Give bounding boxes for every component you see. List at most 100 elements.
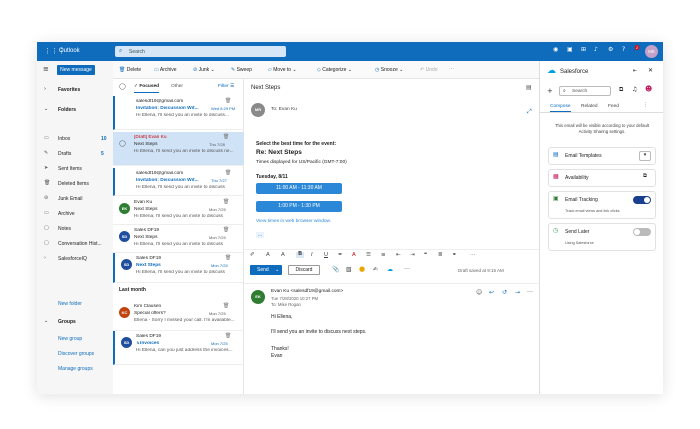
folder-item[interactable]: 🗑 Deleted Items: [37, 180, 113, 190]
select-circle-icon[interactable]: ◯: [119, 141, 126, 147]
message-item[interactable]: salesdf19@gmail.com 🗑 Invitation: Discussi…: [113, 168, 244, 196]
skype-icon[interactable]: ◉: [553, 47, 558, 53]
message-item[interactable]: KC Kim Clausen 🗑 Special offers? Mon 7/25 Ell…: [113, 301, 244, 331]
more-tabs[interactable]: ⋮: [643, 103, 648, 108]
tab-other[interactable]: Other: [171, 84, 183, 89]
tab-related[interactable]: Related: [581, 104, 598, 109]
pin-icon[interactable]: ▤: [526, 85, 532, 91]
sender-line[interactable]: Evan Ku <salesdf19@gmail.com>: [271, 289, 343, 294]
groups-header[interactable]: Groups: [58, 319, 76, 325]
message-actions-icon[interactable]: 🗑: [225, 171, 231, 176]
teams-icon[interactable]: ▣: [567, 47, 573, 53]
message-actions-icon[interactable]: 🗑: [225, 334, 231, 339]
favorites-header[interactable]: Favorites: [58, 87, 80, 93]
message-item[interactable]: salesdf19@gmail.com 🗑 Invitation: Discussi…: [113, 96, 244, 130]
tab-focused[interactable]: ✓ Focused: [134, 84, 160, 93]
tab-feed[interactable]: Feed: [608, 104, 619, 109]
quote-icon[interactable]: ❝: [424, 252, 427, 259]
more-actions[interactable]: ···: [527, 289, 533, 295]
outdent-icon[interactable]: ⇤: [396, 252, 401, 259]
numbering-icon[interactable]: ≡: [381, 252, 386, 259]
chevron-right-icon[interactable]: ›: [44, 87, 46, 92]
external-link-icon[interactable]: ⧉: [643, 173, 647, 180]
add-icon[interactable]: +: [547, 88, 553, 95]
junk-button[interactable]: ⊘ Junk ⌄: [193, 67, 215, 73]
italic-icon[interactable]: I: [311, 252, 313, 259]
expand-icon[interactable]: ⤢: [527, 109, 532, 115]
message-actions-icon[interactable]: 🗑: [223, 135, 229, 140]
message-item[interactable]: EK Evan Ku 🗑 Next Steps Mon 7/25 Hi Ellena, I…: [113, 197, 244, 225]
bullets-icon[interactable]: ☰: [366, 252, 371, 259]
message-item[interactable]: SD Sales DF19 🗑 Next Steps Mon 7/25 Hi Ellena…: [113, 253, 244, 283]
manage-groups-link[interactable]: Manage groups: [58, 366, 93, 372]
sweep-button[interactable]: ✎ Sweep: [231, 67, 252, 73]
bold-icon[interactable]: B: [296, 251, 305, 258]
reply-icon[interactable]: ↩: [489, 290, 494, 296]
tab-compose[interactable]: Compose: [550, 104, 571, 112]
folder-item[interactable]: ▭ Archive: [37, 210, 113, 220]
underline-icon[interactable]: U: [324, 252, 328, 259]
message-actions-icon[interactable]: 🗑: [225, 256, 231, 261]
sf-search-input[interactable]: ⌕ Search: [559, 86, 611, 96]
to-line[interactable]: To: Evan Ku: [271, 107, 297, 112]
message-item[interactable]: SD Sales DF19 🗑 Next Steps Mon 7/25 Hi Ellena…: [113, 225, 244, 253]
format-painter-icon[interactable]: ✐: [250, 252, 255, 259]
grid-icon[interactable]: ⊞: [581, 47, 586, 53]
more-format-button[interactable]: ···: [470, 252, 476, 258]
templates-dropdown[interactable]: ▾: [639, 151, 651, 161]
message-item[interactable]: ◯ [Draft] Evan Ku 🗑 Next Steps Thu 7/28 Hi El…: [113, 132, 244, 166]
new-folder-link[interactable]: New folder: [58, 301, 82, 307]
time-slot-2-button[interactable]: 1:00 PM - 1:30 PM: [256, 201, 342, 212]
image-icon[interactable]: ▧: [346, 267, 352, 273]
more-options[interactable]: ···: [449, 66, 454, 72]
pin-icon[interactable]: ⇤: [633, 69, 637, 74]
snooze-button[interactable]: ◷ Snooze ⌄: [375, 67, 403, 73]
forward-icon[interactable]: →: [515, 290, 520, 296]
align-icon[interactable]: ≣: [438, 252, 443, 259]
time-slot-1-button[interactable]: 11:00 AM - 11:30 AM: [256, 183, 342, 194]
reply-all-icon[interactable]: ↺: [502, 290, 507, 296]
email-templates-card[interactable]: ▤ Email Templates ▾: [548, 147, 656, 165]
search-box[interactable]: ⌕ Search: [115, 46, 286, 57]
availability-card[interactable]: ▦ Availability ⧉: [548, 169, 656, 187]
font-color-icon[interactable]: A: [352, 252, 356, 259]
message-item[interactable]: SD Sales DF19 🗑 ↳ Invoices Mon 7/25 Hi Ellena…: [113, 331, 244, 365]
move-to-button[interactable]: ▱ Move to ⌄: [268, 67, 297, 73]
folder-item[interactable]: ➤ Sent Items: [37, 165, 113, 175]
smile-icon[interactable]: ☺: [476, 290, 482, 296]
new-group-link[interactable]: New group: [58, 336, 82, 342]
salesforce-icon[interactable]: ☁: [387, 267, 393, 273]
link-icon[interactable]: ⚭: [452, 252, 457, 259]
message-actions-icon[interactable]: 🗑: [223, 228, 229, 233]
external-link-icon[interactable]: ⧉: [619, 87, 623, 93]
close-icon[interactable]: ✕: [648, 68, 653, 74]
chevron-down-icon[interactable]: ⌄: [44, 319, 48, 324]
font-icon[interactable]: A: [266, 252, 270, 259]
emoji-icon[interactable]: ●: [359, 266, 365, 273]
expand-quoted-text[interactable]: ...: [256, 232, 265, 238]
help-icon[interactable]: ?: [622, 47, 625, 53]
notification-icon[interactable]: ♫: [632, 87, 637, 93]
avatar[interactable]: ME: [645, 45, 658, 58]
send-later-toggle[interactable]: [633, 228, 651, 236]
user-icon[interactable]: ☻: [645, 86, 652, 93]
delete-button[interactable]: 🗑 Delete: [119, 67, 141, 73]
folder-item[interactable]: ▢ Conversation Hist...: [37, 240, 113, 250]
discover-groups-link[interactable]: Discover groups: [58, 351, 94, 357]
select-all-icon[interactable]: ◯: [119, 84, 126, 90]
folder-item[interactable]: ▭ Inbox 10: [37, 135, 113, 145]
folder-item[interactable]: ⊘ Junk Email: [37, 195, 113, 205]
highlight-icon[interactable]: ✒: [338, 252, 343, 259]
archive-button[interactable]: ▭ Archive: [154, 67, 177, 73]
more-send-options[interactable]: ···: [404, 266, 410, 272]
view-times-link[interactable]: View times in web browser window.: [256, 219, 331, 224]
message-actions-icon[interactable]: 🗑: [223, 200, 229, 205]
message-actions-icon[interactable]: 🗑: [225, 99, 231, 104]
hamburger-icon[interactable]: ≡: [43, 66, 49, 73]
folder-item[interactable]: ✎ Drafts 5: [37, 150, 113, 160]
filter-button[interactable]: Filter ☰: [218, 84, 234, 90]
discard-button[interactable]: Discard: [288, 265, 320, 275]
indent-icon[interactable]: ⇥: [410, 252, 415, 259]
bell-icon[interactable]: ♪: [594, 47, 598, 53]
categorize-button[interactable]: ◇ Categorize ⌄: [317, 67, 352, 73]
